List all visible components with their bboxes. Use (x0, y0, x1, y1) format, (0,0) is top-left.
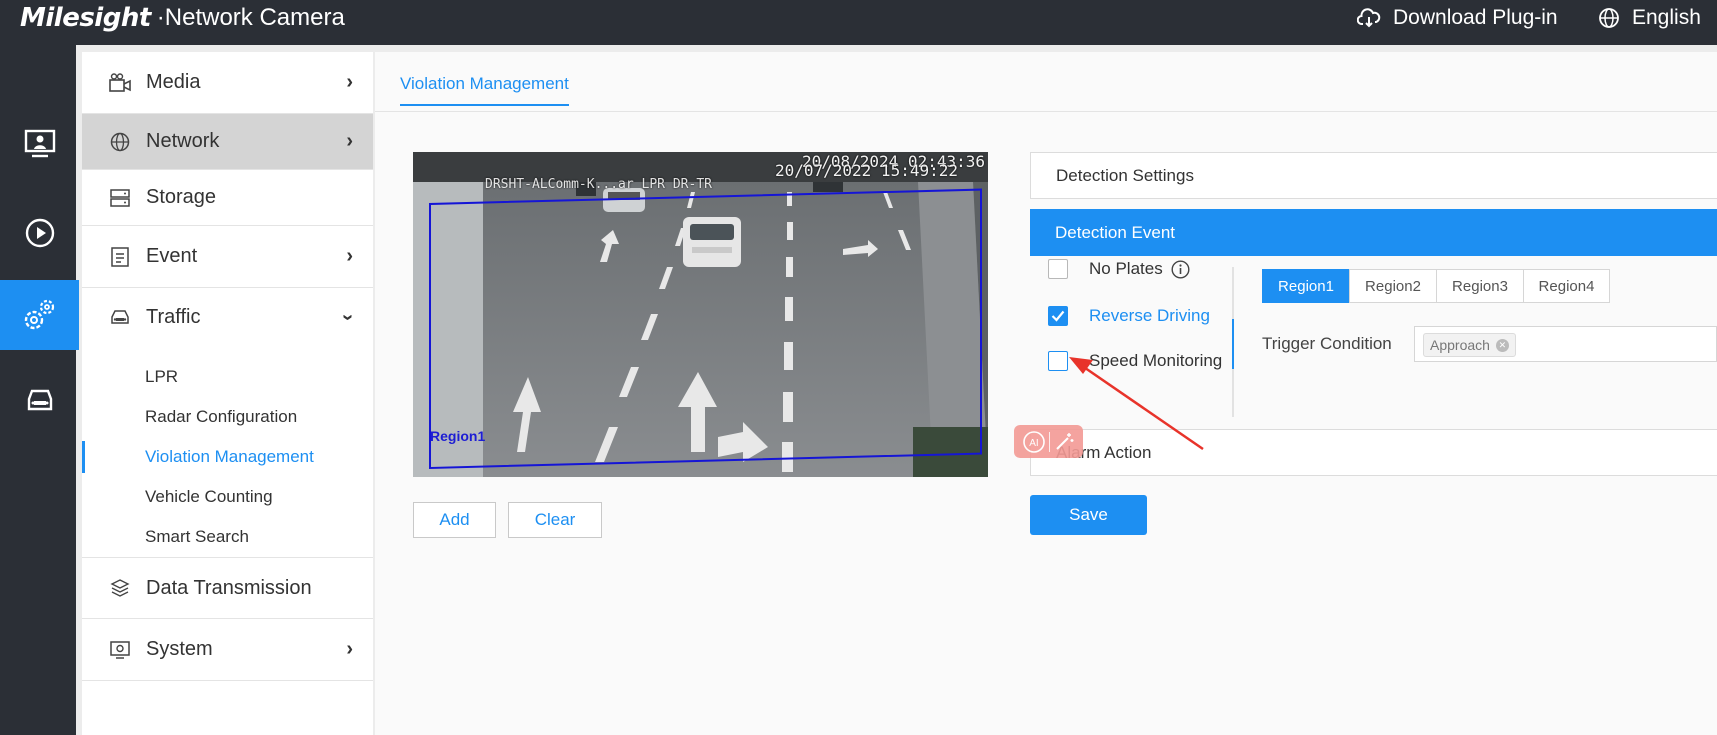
menu-item-system[interactable]: System › (82, 619, 373, 681)
speed-monitoring-label: Speed Monitoring (1089, 351, 1223, 370)
checkmark-icon (1051, 310, 1065, 322)
menu-item-data-transmission[interactable]: Data Transmission (82, 557, 373, 619)
submenu-item-smart-search[interactable]: Smart Search (82, 517, 373, 557)
trigger-condition-select[interactable]: Approach ✕ (1414, 326, 1717, 362)
submenu-item-vehicle-counting[interactable]: Vehicle Counting (82, 477, 373, 517)
region-label: Region1 (430, 428, 486, 444)
region-tab-1[interactable]: Region1 (1262, 269, 1350, 303)
submenu-item-radar-configuration[interactable]: Radar Configuration (82, 397, 373, 437)
menu-label-storage: Storage (146, 186, 217, 208)
clear-region-button[interactable]: Clear (508, 502, 602, 538)
ai-assistant-badge[interactable]: AI (1014, 425, 1083, 458)
add-region-button[interactable]: Add (413, 502, 496, 538)
tab-divider (375, 111, 1717, 112)
reverse-driving-label: Reverse Driving (1089, 306, 1210, 325)
menu-item-event[interactable]: Event › (82, 226, 373, 288)
detection-settings-section[interactable]: Detection Settings (1030, 152, 1717, 199)
region-tab-2[interactable]: Region2 (1349, 269, 1437, 303)
playback-icon (25, 218, 54, 248)
detection-event-label: Detection Event (1055, 222, 1176, 242)
menu-label-system: System (146, 638, 213, 660)
chevron-right-icon: › (346, 130, 353, 152)
menu-item-network[interactable]: Network › (82, 114, 373, 170)
top-bar: Milesight ·Network Camera Download Plug-… (0, 0, 1717, 45)
icon-rail (0, 45, 79, 735)
globe-icon (108, 132, 132, 152)
osd-camera-name: DRSHT-ALComm-K...ar LPR DR-TR (485, 177, 712, 192)
no-plates-label: No Plates (1089, 259, 1163, 278)
region-tabs: Region1 Region2 Region3 Region4 (1262, 269, 1610, 303)
menu-label-network: Network (146, 130, 220, 152)
car-icon (108, 308, 132, 326)
globe-icon (1599, 8, 1619, 28)
product-name: ·Network Camera (156, 4, 345, 31)
main-panel: Violation Management 20/08/2024 02:43:36… (375, 52, 1717, 735)
menu-label-traffic: Traffic (146, 305, 201, 328)
cloud-download-icon (1357, 8, 1381, 28)
system-icon (108, 640, 132, 660)
detection-settings-label: Detection Settings (1056, 165, 1194, 185)
osd-timestamp-secondary: 20/07/2022 15:49:22 (774, 161, 958, 180)
event-speed-monitoring[interactable]: Speed Monitoring (1048, 349, 1222, 373)
rail-traffic[interactable] (0, 365, 79, 435)
rail-settings[interactable] (0, 280, 79, 350)
camera-icon (108, 72, 132, 93)
layers-icon (108, 578, 132, 598)
rail-playback[interactable] (0, 198, 79, 268)
vehicle-icon (27, 389, 52, 411)
logo: Milesight ·Network Camera (20, 0, 345, 36)
chevron-right-icon: › (346, 245, 353, 267)
ai-icon: AI (1022, 430, 1045, 453)
download-plugin-label: Download Plug-in (1393, 6, 1558, 29)
menu-item-traffic[interactable]: Traffic › (82, 288, 373, 346)
event-no-plates[interactable]: No Plates (1048, 257, 1190, 281)
alarm-action-section[interactable]: Alarm Action (1030, 429, 1717, 476)
reverse-driving-checkbox[interactable] (1048, 306, 1068, 326)
speed-monitoring-checkbox[interactable] (1048, 351, 1068, 371)
menu-label-event: Event (146, 245, 198, 267)
no-plates-checkbox[interactable] (1048, 259, 1068, 279)
menu-label-media: Media (146, 71, 201, 93)
svg-text:AI: AI (1029, 438, 1038, 449)
badge-divider (1048, 431, 1050, 452)
brand-name: Milesight (20, 3, 151, 33)
monitor-icon (24, 129, 55, 158)
detection-region-box[interactable] (429, 188, 982, 470)
magic-wand-icon (1056, 432, 1074, 450)
submenu-item-lpr[interactable]: LPR (82, 357, 373, 397)
trigger-tag-approach[interactable]: Approach ✕ (1423, 333, 1516, 357)
download-plugin-link[interactable]: Download Plug-in (1357, 0, 1558, 36)
detection-event-section[interactable]: Detection Event (1030, 209, 1717, 256)
menu-item-storage[interactable]: Storage (82, 170, 373, 226)
chevron-right-icon: › (346, 638, 353, 660)
event-icon (108, 246, 132, 267)
menu-label-data-transmission: Data Transmission (146, 576, 312, 599)
event-reverse-driving[interactable]: Reverse Driving (1048, 304, 1210, 328)
info-icon[interactable] (1171, 259, 1190, 279)
region-tab-3[interactable]: Region3 (1436, 269, 1524, 303)
submenu-item-violation-management[interactable]: Violation Management (82, 437, 373, 477)
active-event-indicator (1232, 319, 1234, 369)
tab-violation-management[interactable]: Violation Management (400, 74, 569, 106)
chevron-right-icon: › (346, 71, 353, 93)
save-button[interactable]: Save (1030, 495, 1147, 535)
language-label: English (1632, 6, 1701, 29)
trigger-tag-label: Approach (1430, 337, 1490, 353)
menu-item-media[interactable]: Media › (82, 52, 373, 114)
chevron-down-icon: › (337, 313, 360, 321)
trigger-condition-label: Trigger Condition (1262, 334, 1392, 353)
camera-preview[interactable]: 20/08/2024 02:43:36 20/07/2022 15:49:22 … (413, 152, 988, 477)
region-tab-4[interactable]: Region4 (1523, 269, 1610, 303)
storage-icon (108, 188, 132, 207)
settings-icon (24, 299, 54, 330)
settings-menu: Media › Network › Storage Event › Traffi… (82, 52, 373, 735)
language-selector[interactable]: English (1598, 0, 1701, 36)
rail-live-view[interactable] (0, 109, 79, 179)
remove-tag-icon[interactable]: ✕ (1495, 338, 1509, 352)
